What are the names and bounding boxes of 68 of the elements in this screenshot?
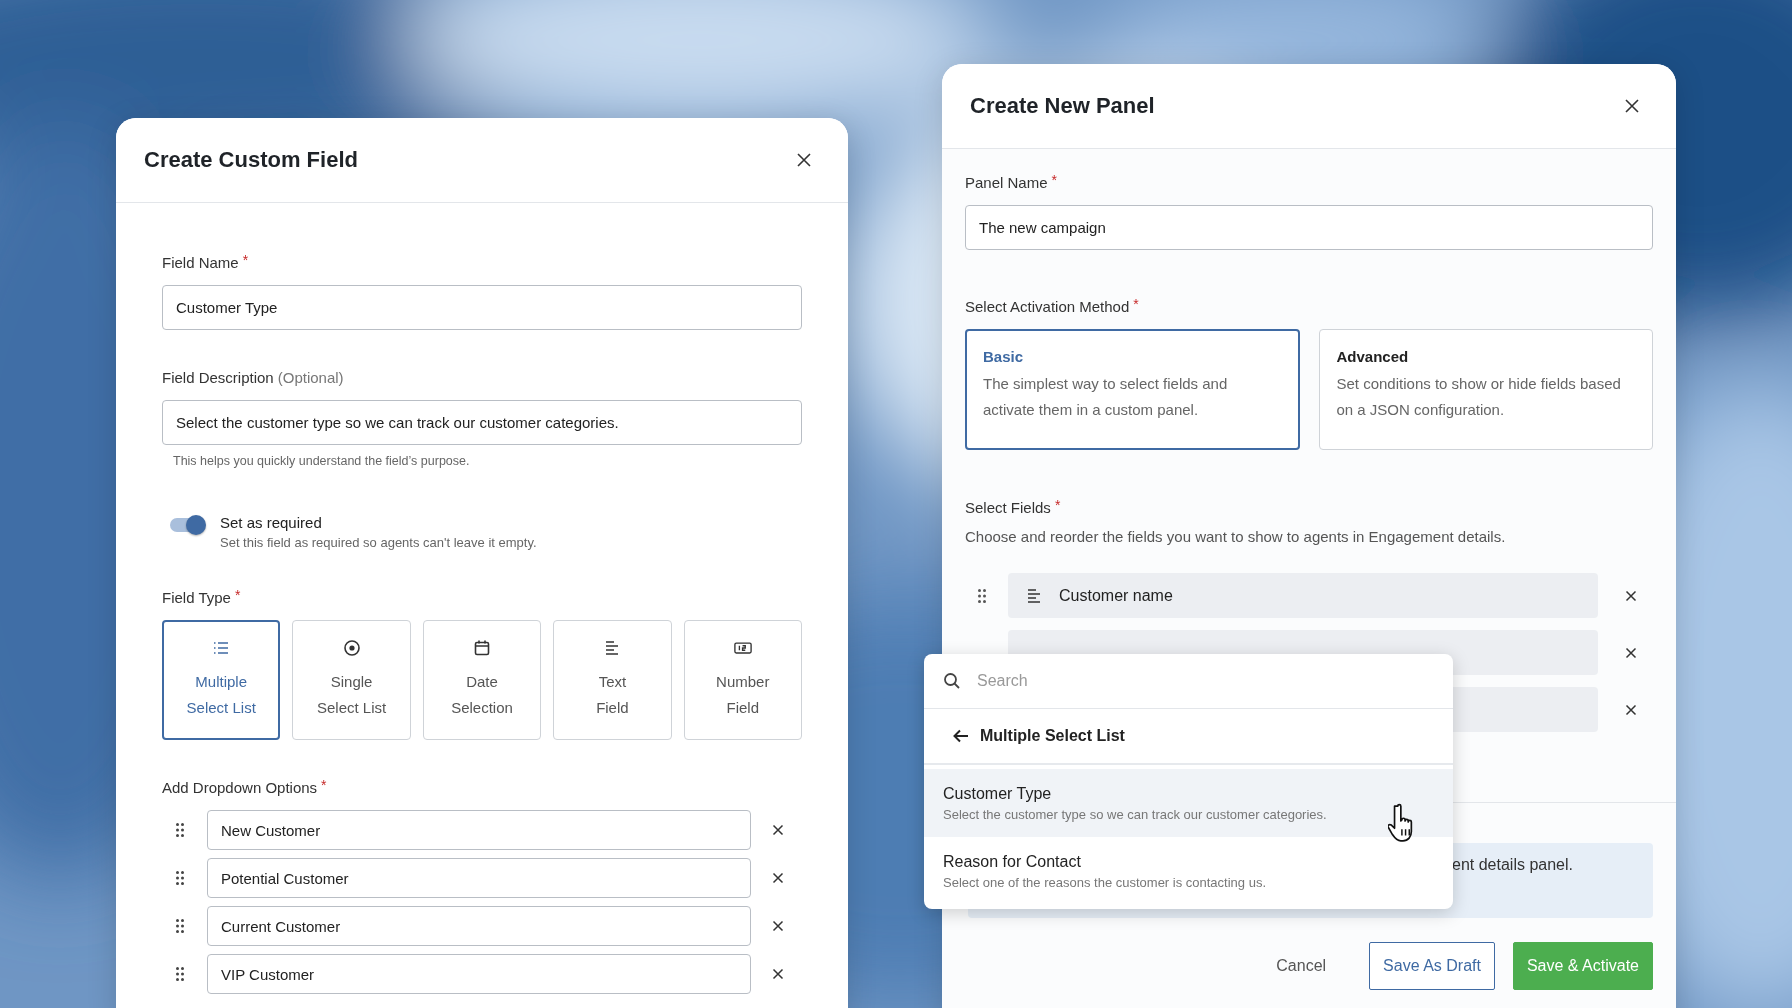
option-input[interactable]: New Customer <box>207 810 751 850</box>
close-icon[interactable] <box>1624 98 1640 114</box>
field-label: Field Type <box>162 588 231 608</box>
remove-icon[interactable] <box>772 872 784 884</box>
option-input[interactable]: VIP Customer <box>207 954 751 994</box>
search-icon <box>943 672 961 690</box>
remove-icon[interactable] <box>772 968 784 980</box>
remove-icon[interactable] <box>772 824 784 836</box>
option-description: The simplest way to select fields and activate them in a custom panel. <box>983 374 1229 420</box>
remove-icon[interactable] <box>1625 589 1637 602</box>
drag-handle-icon[interactable] <box>175 870 185 886</box>
field-type-option[interactable]: Multiple Select List <box>162 620 281 740</box>
required-mark: * <box>1133 297 1139 314</box>
toggle-switch[interactable] <box>170 518 204 532</box>
field-type-option[interactable]: Date Selection <box>422 620 542 740</box>
list-icon <box>212 639 231 657</box>
radio-icon <box>342 639 361 657</box>
activation-option-card[interactable]: Basic The simplest way to select fields and activate them in a custom panel. <box>965 329 1300 450</box>
option-input[interactable]: Potential Customer <box>207 858 751 898</box>
field-label: Field Name <box>162 253 239 273</box>
dialog-title: Create Custom Field <box>144 147 358 173</box>
option-description: Set conditions to show or hide fields based on a JSON configuration. <box>1336 374 1622 420</box>
menu-item[interactable]: Reason for Contact Select one of the reasons the customer is contacting us. <box>924 837 1453 905</box>
field-row[interactable]: Customer name <box>1008 573 1598 618</box>
draft-button[interactable]: Save As Draft <box>1369 942 1495 990</box>
remove-icon[interactable] <box>1625 703 1637 716</box>
toggle-description: Set this field as required so agents can't leave it empty. <box>220 535 537 550</box>
required-mark: * <box>234 588 241 605</box>
remove-icon[interactable] <box>772 920 784 932</box>
drag-handle-icon[interactable] <box>175 918 185 934</box>
drag-handle-icon[interactable] <box>175 822 185 838</box>
toggle-label: Set as required <box>220 514 323 531</box>
required-mark: * <box>1054 498 1061 515</box>
option-title: Advanced <box>1336 348 1410 365</box>
helper-text: This helps you quickly understand the field’s purpose. <box>172 454 471 468</box>
text-lines-icon <box>1025 586 1043 605</box>
field-label: Panel Name <box>965 173 1048 193</box>
remove-icon[interactable] <box>1625 646 1637 659</box>
activation-option-card[interactable]: Advanced Set conditions to show or hide fields based on a JSON configuration. <box>1318 329 1653 450</box>
back-link[interactable]: Multiple Select List <box>924 709 1453 765</box>
input-field[interactable]: The new campaign <box>965 205 1653 250</box>
option-input[interactable]: Current Customer <box>207 906 751 946</box>
input-field[interactable]: Customer Type <box>162 285 802 330</box>
dialog-title: Create New Panel <box>970 93 1155 119</box>
calendar-icon <box>473 639 491 657</box>
drag-handle-icon[interactable] <box>175 966 185 982</box>
field-label: Select Activation Method <box>965 297 1130 317</box>
number-field-icon <box>733 639 752 657</box>
option-title: Basic <box>983 348 1025 365</box>
cancel-button[interactable]: Cancel <box>1263 942 1340 990</box>
field-label: Select Fields <box>965 498 1051 518</box>
required-mark: * <box>1051 173 1057 190</box>
banner-text: ent details panel. <box>1452 856 1573 873</box>
field-type-option[interactable]: Single Select List <box>292 620 411 740</box>
required-mark: * <box>242 253 249 270</box>
input-field[interactable]: Select the customer type so we can track our customer categories. <box>162 400 802 445</box>
drag-handle-icon[interactable] <box>977 587 987 604</box>
field-label: Add Dropdown Options <box>162 778 318 798</box>
menu-item[interactable]: Customer Type Select the customer type so we can track our customer categories. <box>924 769 1453 837</box>
back-arrow-icon <box>952 728 970 744</box>
field-type-option[interactable]: Text Field <box>553 620 672 740</box>
field-label: Field Description <box>162 368 274 388</box>
required-mark: * <box>321 778 327 795</box>
close-icon[interactable] <box>796 152 812 168</box>
search-field[interactable]: Search <box>975 671 1434 691</box>
field-type-option[interactable]: Number Field <box>683 620 802 740</box>
optional-note: (Optional) <box>277 368 344 388</box>
section-description: Choose and reorder the fields you want to show to agents in Engagement details. <box>965 528 1507 545</box>
